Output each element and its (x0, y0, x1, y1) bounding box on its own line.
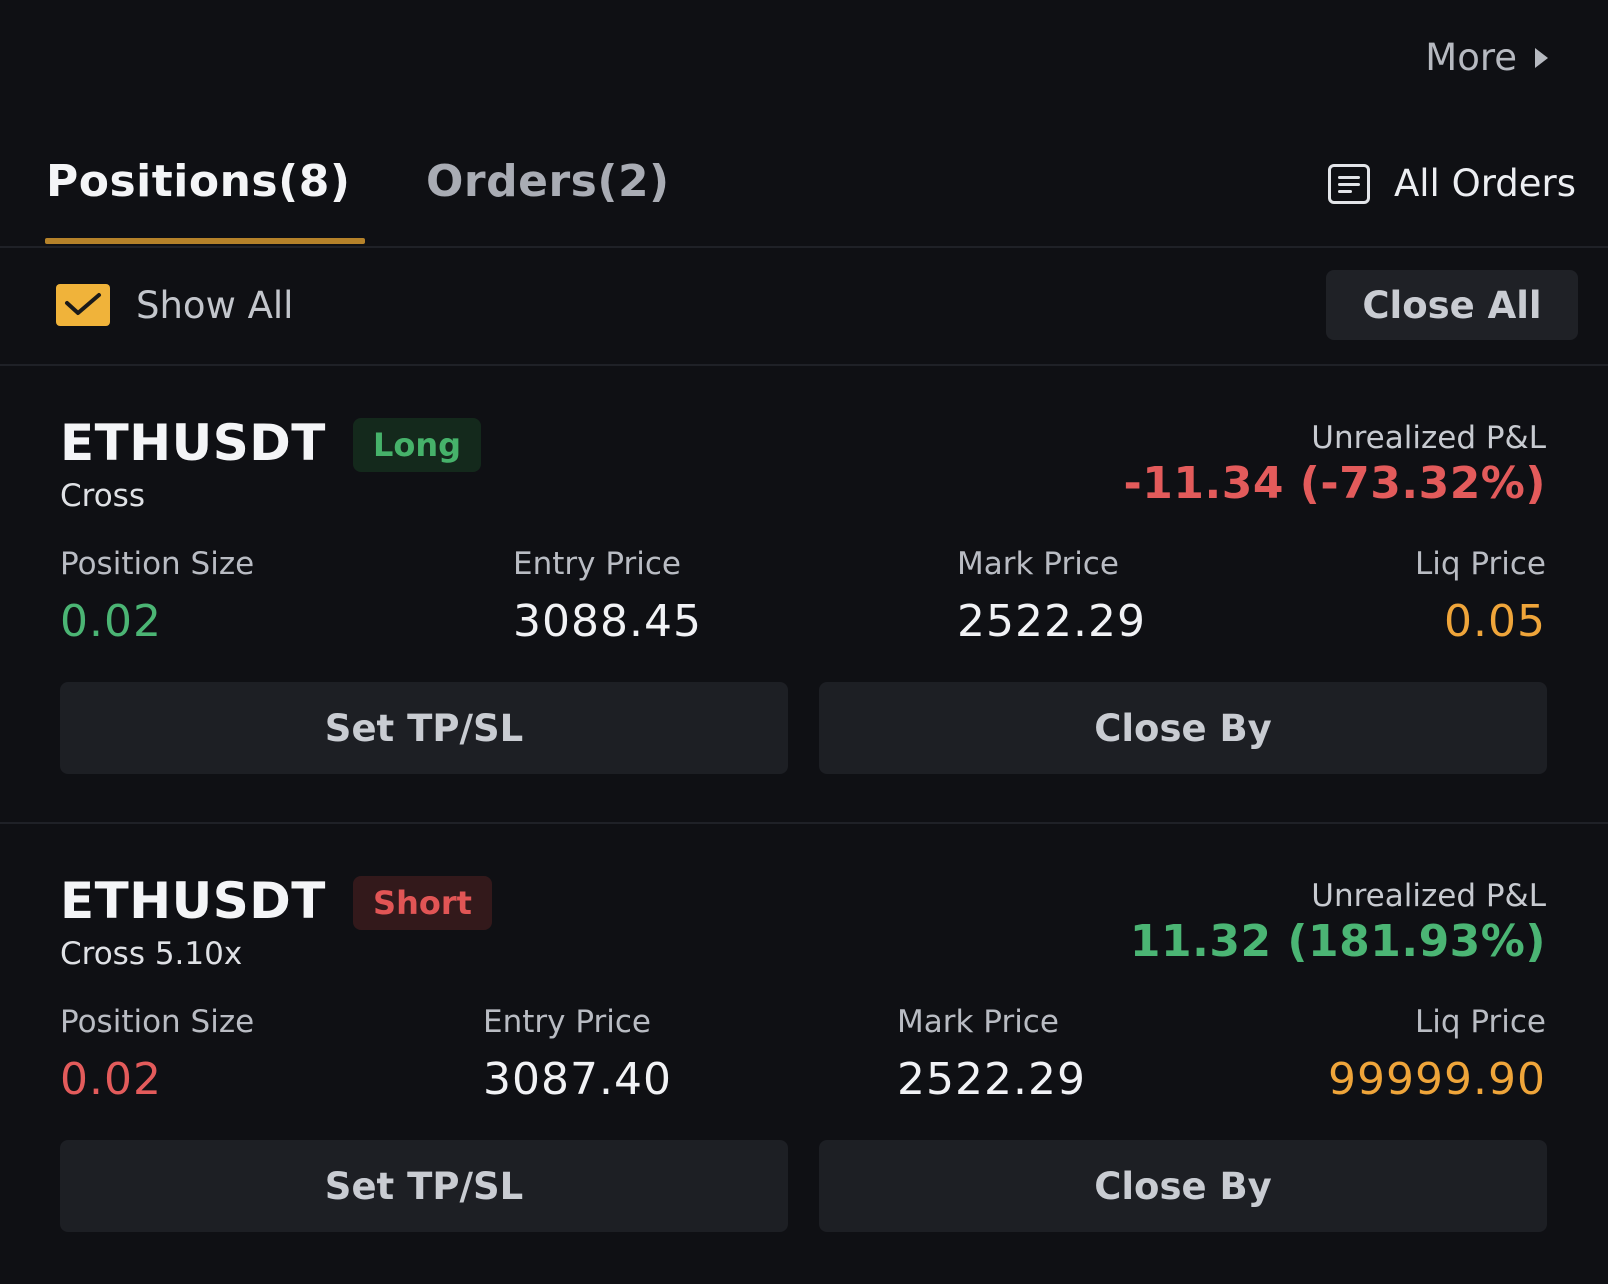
checkmark-icon (65, 293, 101, 315)
position-size-label: Position Size (60, 546, 255, 582)
position-size-label: Position Size (60, 1004, 255, 1040)
all-orders-button[interactable]: All Orders (1327, 162, 1576, 205)
set-tpsl-button[interactable]: Set TP/SL (60, 682, 788, 774)
card-divider (0, 822, 1608, 824)
unrealized-pnl-label: Unrealized P&L (1311, 420, 1546, 456)
all-orders-label: All Orders (1393, 162, 1576, 205)
margin-mode: Cross 5.10x (60, 936, 243, 972)
mark-price-value: 2522.29 (897, 1054, 1086, 1105)
entry-price-label: Entry Price (513, 546, 681, 582)
tab-orders[interactable]: Orders(2) (426, 156, 670, 207)
side-badge: Long (353, 418, 481, 472)
active-tab-indicator (45, 238, 365, 244)
liq-price-label: Liq Price (1414, 1004, 1546, 1040)
liq-price-value: 0.05 (1444, 596, 1546, 647)
tab-positions[interactable]: Positions(8) (46, 156, 350, 207)
unrealized-pnl-value: -11.34 (-73.32%) (1123, 458, 1546, 509)
more-link[interactable]: More (1425, 36, 1548, 79)
liq-price-label: Liq Price (1414, 546, 1546, 582)
tabs-divider (0, 246, 1608, 248)
position-symbol: ETHUSDT (60, 414, 326, 472)
side-badge: Short (353, 876, 492, 930)
toolbar-divider (0, 364, 1608, 366)
entry-price-value: 3087.40 (483, 1054, 672, 1105)
unrealized-pnl-label: Unrealized P&L (1311, 878, 1546, 914)
unrealized-pnl-value: 11.32 (181.93%) (1129, 916, 1546, 967)
document-list-icon (1327, 163, 1370, 204)
mark-price-label: Mark Price (897, 1004, 1059, 1040)
show-all-label: Show All (136, 284, 294, 327)
position-size-value: 0.02 (60, 596, 162, 647)
entry-price-value: 3088.45 (513, 596, 702, 647)
close-by-button[interactable]: Close By (819, 1140, 1547, 1232)
position-symbol: ETHUSDT (60, 872, 326, 930)
close-by-button[interactable]: Close By (819, 682, 1547, 774)
close-all-button[interactable]: Close All (1326, 270, 1578, 340)
mark-price-label: Mark Price (957, 546, 1119, 582)
caret-right-icon (1535, 47, 1548, 68)
mark-price-value: 2522.29 (957, 596, 1146, 647)
margin-mode: Cross (60, 478, 145, 514)
entry-price-label: Entry Price (483, 1004, 651, 1040)
more-label: More (1425, 36, 1517, 79)
position-size-value: 0.02 (60, 1054, 162, 1105)
liq-price-value: 99999.90 (1328, 1054, 1546, 1105)
show-all-checkbox[interactable] (56, 284, 110, 326)
set-tpsl-button[interactable]: Set TP/SL (60, 1140, 788, 1232)
